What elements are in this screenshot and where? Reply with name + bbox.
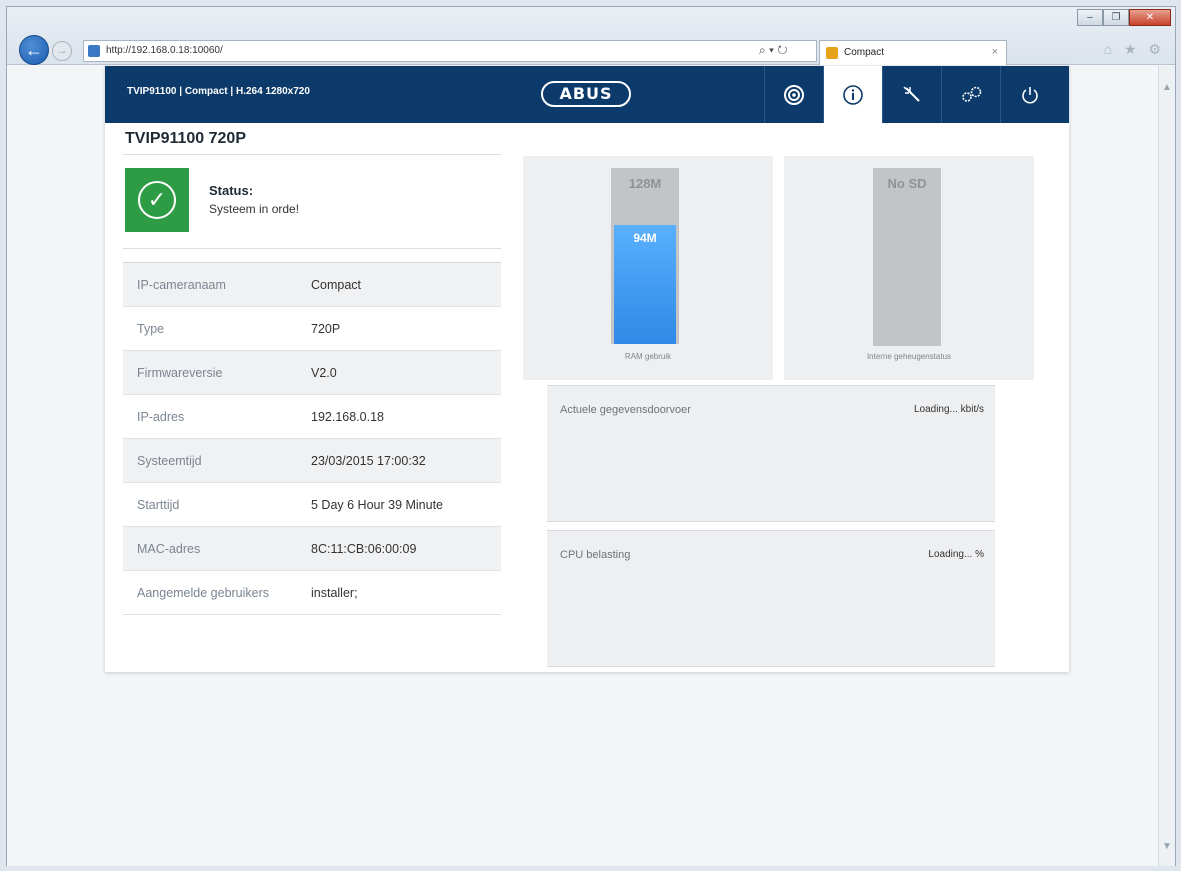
power-icon	[1022, 86, 1038, 103]
home-favorites-tools-icon[interactable]: ⌂ ★ ⚙	[1104, 41, 1165, 58]
wand-icon	[903, 85, 920, 102]
info-value: Compact	[311, 277, 362, 292]
ram-bar-track: 94M 128M	[611, 168, 679, 344]
browser-titlebar: – ❐ ✕ ← → http://192.168.0.18:10060/ ⌕ ▾…	[7, 7, 1175, 65]
info-label: Starttijd	[137, 497, 180, 512]
browser-window: – ❐ ✕ ← → http://192.168.0.18:10060/ ⌕ ▾…	[6, 6, 1176, 866]
info-label: IP-adres	[137, 409, 185, 424]
ram-caption: RAM gebruik	[624, 352, 672, 361]
tab-favicon-icon	[826, 47, 838, 59]
storage-bar-track: No SD	[873, 168, 941, 346]
title-divider	[123, 154, 501, 155]
info-value: 192.168.0.18	[311, 409, 384, 424]
status-divider	[123, 248, 501, 249]
info-label: Firmwareversie	[137, 365, 223, 380]
ram-total-value: 128M	[628, 176, 662, 191]
throughput-panel: Actuele gegevensdoorvoer Loading... kbit…	[547, 385, 995, 522]
back-button[interactable]: ←	[19, 35, 49, 65]
info-row: IP-cameranaam Compact	[123, 263, 501, 307]
window-controls: – ❐ ✕	[1077, 9, 1171, 26]
browser-tab[interactable]: Compact ×	[819, 40, 1007, 65]
page-favicon-icon	[88, 45, 100, 57]
info-icon	[843, 84, 863, 105]
nav-settings[interactable]	[941, 66, 1000, 123]
info-row: MAC-adres 8C:11:CB:06:00:09	[123, 527, 501, 571]
info-value: V2.0	[311, 365, 337, 380]
cpu-panel: CPU belasting Loading... %	[547, 530, 995, 667]
ram-bar-fill: 94M	[614, 225, 676, 344]
info-value: 8C:11:CB:06:00:09	[311, 541, 417, 556]
ram-used-value: 94M	[633, 231, 657, 245]
info-value: 23/03/2015 17:00:32	[311, 453, 426, 468]
info-value: installer;	[311, 585, 358, 600]
info-row: Systeemtijd 23/03/2015 17:00:32	[123, 439, 501, 483]
tab-title: Compact	[844, 47, 885, 58]
status-indicator: ✓	[125, 168, 189, 232]
info-label: MAC-adres	[137, 541, 201, 556]
restore-button[interactable]: ❐	[1103, 9, 1129, 26]
info-value: 720P	[311, 321, 341, 336]
device-title: TVIP91100 | Compact | H.264 1280x720	[127, 86, 310, 97]
minimize-button[interactable]: –	[1077, 9, 1103, 26]
header-bar: TVIP91100 | Compact | H.264 1280x720 ABU…	[105, 66, 1069, 123]
throughput-value: Loading... kbit/s	[913, 404, 984, 415]
page-title: TVIP91100 720P	[125, 130, 246, 147]
info-row: Starttijd 5 Day 6 Hour 39 Minute	[123, 483, 501, 527]
page-viewport: TVIP91100 | Compact | H.264 1280x720 ABU…	[7, 66, 1159, 866]
info-label: Type	[137, 321, 165, 336]
status-value: Systeem in orde!	[209, 202, 300, 216]
ram-card: 94M 128M RAM gebruik	[523, 156, 773, 380]
cpu-label: CPU belasting	[560, 549, 631, 561]
scroll-down-icon[interactable]: ▼	[1162, 841, 1172, 852]
info-row: Aangemelde gebruikers installer;	[123, 571, 501, 615]
vertical-scrollbar[interactable]: ▲ ▼	[1158, 66, 1175, 866]
address-bar[interactable]: http://192.168.0.18:10060/	[83, 40, 817, 62]
gears-icon	[962, 86, 982, 102]
close-window-button[interactable]: ✕	[1129, 9, 1171, 26]
camera-web-interface: TVIP91100 | Compact | H.264 1280x720 ABU…	[105, 66, 1069, 672]
info-row: Type 720P	[123, 307, 501, 351]
camera-icon	[784, 84, 804, 105]
arrow-right-icon: →	[56, 45, 68, 57]
scroll-up-icon[interactable]: ▲	[1162, 82, 1172, 93]
nav-logout[interactable]	[1000, 66, 1059, 123]
throughput-label: Actuele gegevensdoorvoer	[560, 404, 691, 416]
info-label: Aangemelde gebruikers	[137, 585, 270, 600]
arrow-left-icon: ←	[25, 40, 43, 60]
cpu-value: Loading... %	[928, 549, 984, 560]
info-row: IP-adres 192.168.0.18	[123, 395, 501, 439]
nav-wizard[interactable]	[882, 66, 941, 123]
device-info-table: IP-cameranaam Compact Type 720P Firmwarevers…	[123, 262, 501, 615]
nav-info[interactable]	[823, 66, 882, 123]
url-text: http://192.168.0.18:10060/	[106, 45, 223, 56]
search-refresh-icon[interactable]: ⌕ ▾ ↻	[759, 43, 788, 58]
info-label: Systeemtijd	[137, 453, 202, 468]
storage-card: No SD Interne geheugenstatus	[784, 156, 1034, 380]
checkmark-icon: ✓	[138, 181, 176, 219]
abus-logo: ABUS	[541, 81, 631, 107]
tab-close-icon[interactable]: ×	[992, 41, 998, 64]
storage-status: No SD	[887, 176, 927, 191]
status-label: Status:	[209, 183, 254, 198]
info-row: Firmwareversie V2.0	[123, 351, 501, 395]
nav-live-view[interactable]	[764, 66, 823, 123]
forward-button[interactable]: →	[52, 41, 72, 61]
storage-caption: Interne geheugenstatus	[866, 352, 952, 361]
info-value: 5 Day 6 Hour 39 Minute	[311, 497, 444, 512]
info-label: IP-cameranaam	[137, 277, 226, 292]
main-nav	[764, 66, 1059, 123]
